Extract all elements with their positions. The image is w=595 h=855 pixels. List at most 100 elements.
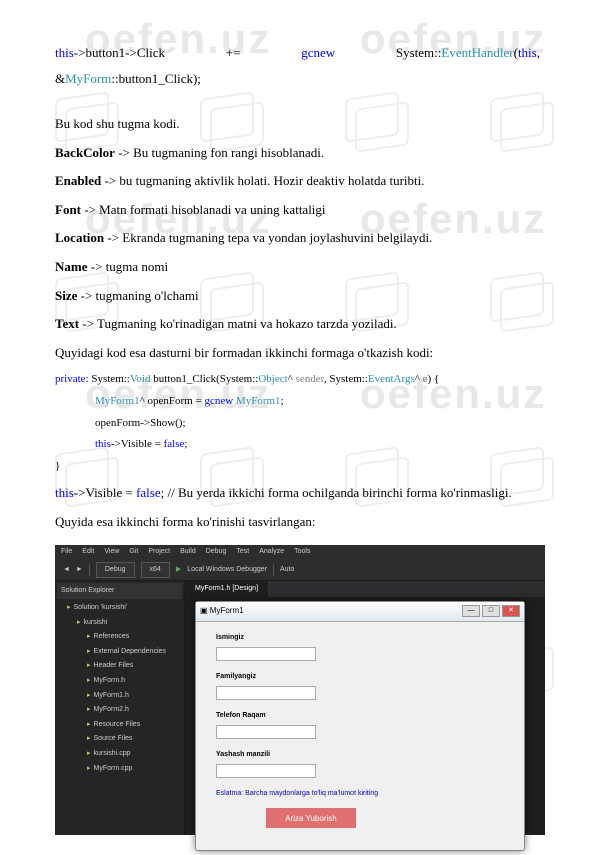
prop-name: Location <box>55 230 104 245</box>
prop-size: Size -> tugmaning o'lchami <box>55 282 540 311</box>
prop-desc: -> Matn formati hisoblanadi va uning kat… <box>81 202 326 217</box>
menu-edit[interactable]: Edit <box>82 546 94 559</box>
menu-test[interactable]: Test <box>236 546 249 559</box>
tree-item[interactable]: ▸MyForm.cpp <box>57 762 182 777</box>
minimize-button[interactable]: — <box>462 605 480 617</box>
code-text: ; <box>184 438 187 450</box>
kw-this: this <box>95 438 111 450</box>
run-button[interactable]: Local Windows Debugger <box>187 564 267 577</box>
input-phone[interactable] <box>216 725 316 739</box>
nav-back-icon[interactable]: ◄ <box>63 564 70 577</box>
type-myform1: MyForm1 <box>236 395 281 407</box>
code-block-line4: this->Visible = false; <box>55 436 540 454</box>
kw-private: private <box>55 373 86 385</box>
winform-preview: ▣ MyForm1 — □ ✕ Ismingiz Fam <box>195 601 525 851</box>
tree-item[interactable]: ▸References <box>57 630 182 645</box>
code-text: : System:: <box>86 373 130 385</box>
tree-item[interactable]: ▸External Dependencies <box>57 645 182 660</box>
prop-font: Font -> Matn formati hisoblanadi va unin… <box>55 196 540 225</box>
vs-toolbar: ◄ ► Debug x64 ▶ Local Windows Debugger A… <box>55 561 545 581</box>
nav-fwd-icon[interactable]: ► <box>76 564 83 577</box>
input-name[interactable] <box>216 647 316 661</box>
code-line-2: &MyForm::button1_Click); <box>55 66 540 92</box>
code-text: ) { <box>428 373 440 385</box>
code-text: ; <box>281 395 284 407</box>
paragraph-2: Quyidagi kod esa dasturni bir formadan i… <box>55 339 540 368</box>
prop-location: Location -> Ekranda tugmaning tepa va yo… <box>55 224 540 253</box>
kw-this: this <box>55 45 74 60</box>
solution-explorer: Solution Explorer ▸Solution 'kursishi'▸k… <box>55 581 185 835</box>
prop-name: Font <box>55 202 81 217</box>
kw-this: this <box>55 485 74 500</box>
tree-item[interactable]: ▸kursishi.cpp <box>57 747 182 762</box>
menu-build[interactable]: Build <box>180 546 196 559</box>
kw-false: false <box>164 438 185 450</box>
menu-file[interactable]: File <box>61 546 72 559</box>
code-block-line5: } <box>55 458 540 476</box>
code-text: ^ <box>415 373 423 385</box>
code-text: += <box>226 40 241 66</box>
menu-tools[interactable]: Tools <box>294 546 310 559</box>
maximize-button[interactable]: □ <box>482 605 500 617</box>
menu-view[interactable]: View <box>104 546 119 559</box>
prop-name: Size <box>55 288 77 303</box>
prop-text: Text -> Tugmaning ko'rinadigan matni va … <box>55 310 540 339</box>
label-phone: Telefon Raqam <box>216 710 504 723</box>
code-text: ->button1->Click <box>74 45 165 60</box>
prop-backcolor: BackColor -> Bu tugmaning fon rangi hiso… <box>55 139 540 168</box>
input-address[interactable] <box>216 764 316 778</box>
kw-this: this <box>518 45 537 60</box>
code-block-line2: MyForm1^ openForm = gcnew MyForm1; <box>55 393 540 411</box>
kw-false: false <box>136 485 161 500</box>
run-icon[interactable]: ▶ <box>176 564 181 577</box>
comment-text: ; // Bu yerda ikkichi forma ochilganda b… <box>161 485 512 500</box>
paragraph: Bu kod shu tugma kodi. <box>55 110 540 139</box>
code-text: ->Visible = <box>111 438 164 450</box>
tree-item[interactable]: ▸Solution 'kursishi' <box>57 601 182 616</box>
platform-dropdown[interactable]: x64 <box>141 562 170 579</box>
label-surname: Familyangiz <box>216 671 504 684</box>
menu-project[interactable]: Project <box>148 546 170 559</box>
form-note: Eslatma: Barcha maydonlarga to'liq ma'lu… <box>216 788 504 801</box>
type-eventhandler: EventHandler <box>441 45 513 60</box>
code-block-line1: private: System::Void button1_Click(Syst… <box>55 371 540 389</box>
label-address: Yashash manzili <box>216 749 504 762</box>
type-myform1: MyForm1 <box>95 395 140 407</box>
tree-item[interactable]: ▸Header Files <box>57 659 182 674</box>
tree-item[interactable]: ▸MyForm1.h <box>57 689 182 704</box>
prop-name: BackColor <box>55 145 115 160</box>
tab-myform1-design[interactable]: MyForm1.h [Design] <box>185 581 269 597</box>
vs-menu-bar: File Edit View Git Project Build Debug T… <box>55 545 545 561</box>
tree-item[interactable]: ▸MyForm.h <box>57 674 182 689</box>
tree-item[interactable]: ▸Resource Files <box>57 718 182 733</box>
submit-button[interactable]: Ariza Yuborish <box>266 808 356 828</box>
tree-item[interactable]: ▸kursishi <box>57 616 182 631</box>
config-dropdown[interactable]: Debug <box>96 562 135 579</box>
type-myform: MyForm <box>65 71 111 86</box>
prop-name: Enabled <box>55 173 101 188</box>
input-surname[interactable] <box>216 686 316 700</box>
auto-label: Auto <box>280 564 294 577</box>
menu-git[interactable]: Git <box>129 546 138 559</box>
winform-titlebar: ▣ MyForm1 — □ ✕ <box>196 602 524 622</box>
tree-item[interactable]: ▸MyForm2.h <box>57 703 182 718</box>
code-line-1: this->button1->Click += gcnew System::Ev… <box>55 40 540 66</box>
close-button[interactable]: ✕ <box>502 605 520 617</box>
code-text: button1_Click(System:: <box>150 373 258 385</box>
kw-gcnew: gcnew <box>204 395 233 407</box>
prop-name: Text <box>55 316 79 331</box>
prop-desc: -> Tugmaning ko'rinadigan matni va hokaz… <box>79 316 397 331</box>
type-object: Object <box>258 373 287 385</box>
prop-name-prop: Name -> tugma nomi <box>55 253 540 282</box>
menu-analyze[interactable]: Analyze <box>259 546 284 559</box>
tree-item[interactable]: ▸Source Files <box>57 732 182 747</box>
code-text: ^ openForm = <box>140 395 205 407</box>
code-text: ->Visible = <box>74 485 136 500</box>
prop-desc: -> Bu tugmaning fon rangi hisoblanadi. <box>115 145 324 160</box>
menu-debug[interactable]: Debug <box>206 546 227 559</box>
code-text: System:: <box>396 45 442 60</box>
visible-line: this->Visible = false; // Bu yerda ikkic… <box>55 479 540 508</box>
document-body: this->button1->Click += gcnew System::Ev… <box>0 0 595 855</box>
prop-desc: -> tugmaning o'lchami <box>77 288 198 303</box>
kw-gcnew: gcnew <box>301 40 335 66</box>
